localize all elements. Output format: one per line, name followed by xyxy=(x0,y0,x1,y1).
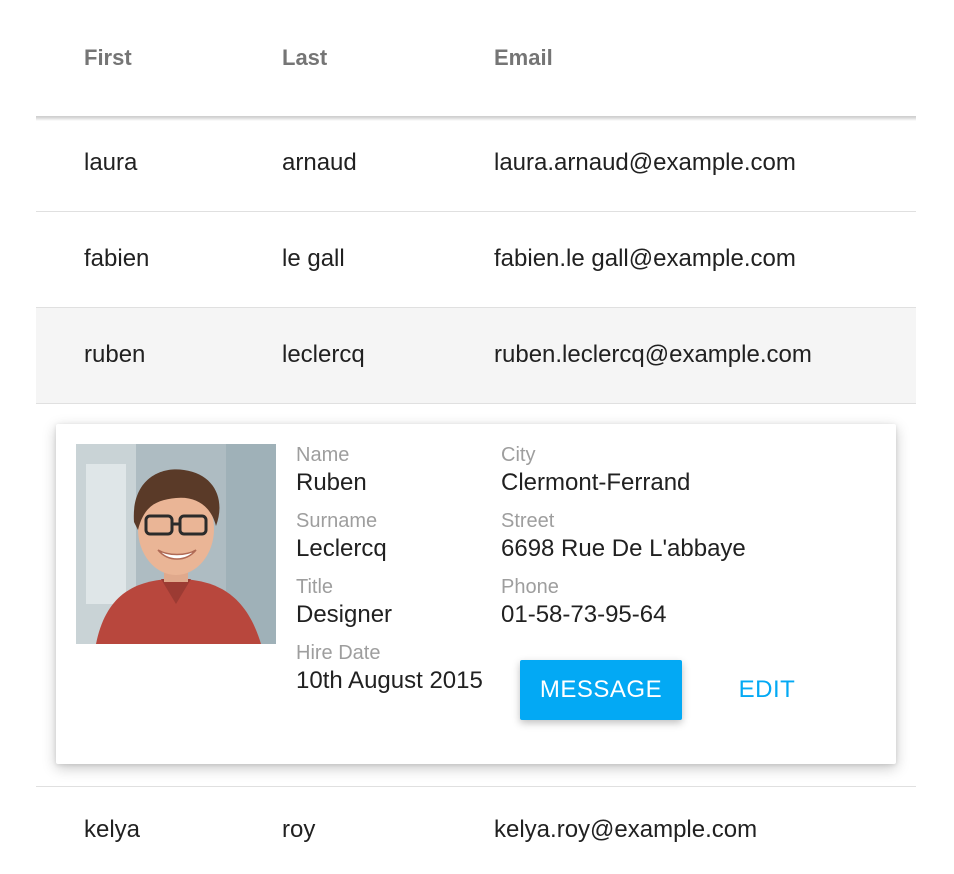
name-value: Ruben xyxy=(296,469,367,496)
column-header-last[interactable]: Last xyxy=(282,44,327,72)
city-label: City xyxy=(501,444,536,466)
table-row[interactable]: kelya roy kelya.roy@example.com xyxy=(36,786,916,874)
column-header-first[interactable]: First xyxy=(84,44,132,72)
row-detail-card: Name Ruben Surname Leclercq Title Design… xyxy=(56,424,896,764)
table-row[interactable]: laura arnaud laura.arnaud@example.com xyxy=(36,116,916,212)
column-header-email[interactable]: Email xyxy=(494,44,553,72)
avatar xyxy=(76,444,276,644)
cell-email: ruben.leclercq@example.com xyxy=(494,341,812,368)
cell-email: laura.arnaud@example.com xyxy=(494,149,796,176)
cell-last: leclercq xyxy=(282,341,365,368)
field-phone: Phone 01-58-73-95-64 xyxy=(501,576,666,630)
hire-date-value: 10th August 2015 xyxy=(296,667,483,694)
surname-label: Surname xyxy=(296,510,378,532)
cell-first: laura xyxy=(84,149,138,176)
field-title: Title Designer xyxy=(296,576,392,630)
cell-email: fabien.le gall@example.com xyxy=(494,245,796,272)
phone-label: Phone xyxy=(501,576,559,598)
table-row-selected[interactable]: ruben leclercq ruben.leclercq@example.co… xyxy=(36,308,916,404)
title-value: Designer xyxy=(296,601,393,628)
message-button[interactable]: MESSAGE xyxy=(520,660,682,720)
field-name: Name Ruben xyxy=(296,444,367,498)
surname-value: Leclercq xyxy=(296,535,387,562)
table-row[interactable]: fabien le gall fabien.le gall@example.co… xyxy=(36,212,916,308)
cell-last: arnaud xyxy=(282,149,357,176)
cell-last: roy xyxy=(282,816,316,843)
title-label: Title xyxy=(296,576,334,598)
cell-first: kelya xyxy=(84,816,141,843)
edit-button[interactable]: EDIT xyxy=(716,660,818,720)
cell-email: kelya.roy@example.com xyxy=(494,816,758,843)
hire-date-label: Hire Date xyxy=(296,642,381,664)
grid-header: First Last Email xyxy=(36,0,916,116)
city-value: Clermont-Ferrand xyxy=(501,469,691,496)
cell-first: fabien xyxy=(84,245,150,272)
street-value: 6698 Rue De L'abbaye xyxy=(501,535,746,562)
street-label: Street xyxy=(501,510,555,532)
field-street: Street 6698 Rue De L'abbaye xyxy=(501,510,746,564)
name-label: Name xyxy=(296,444,350,466)
avatar-photo xyxy=(76,444,276,644)
phone-value: 01-58-73-95-64 xyxy=(501,601,667,628)
cell-first: ruben xyxy=(84,341,146,368)
field-surname: Surname Leclercq xyxy=(296,510,387,564)
cell-last: le gall xyxy=(282,245,345,272)
field-city: City Clermont-Ferrand xyxy=(501,444,690,498)
field-hire-date: Hire Date 10th August 2015 xyxy=(296,642,483,696)
